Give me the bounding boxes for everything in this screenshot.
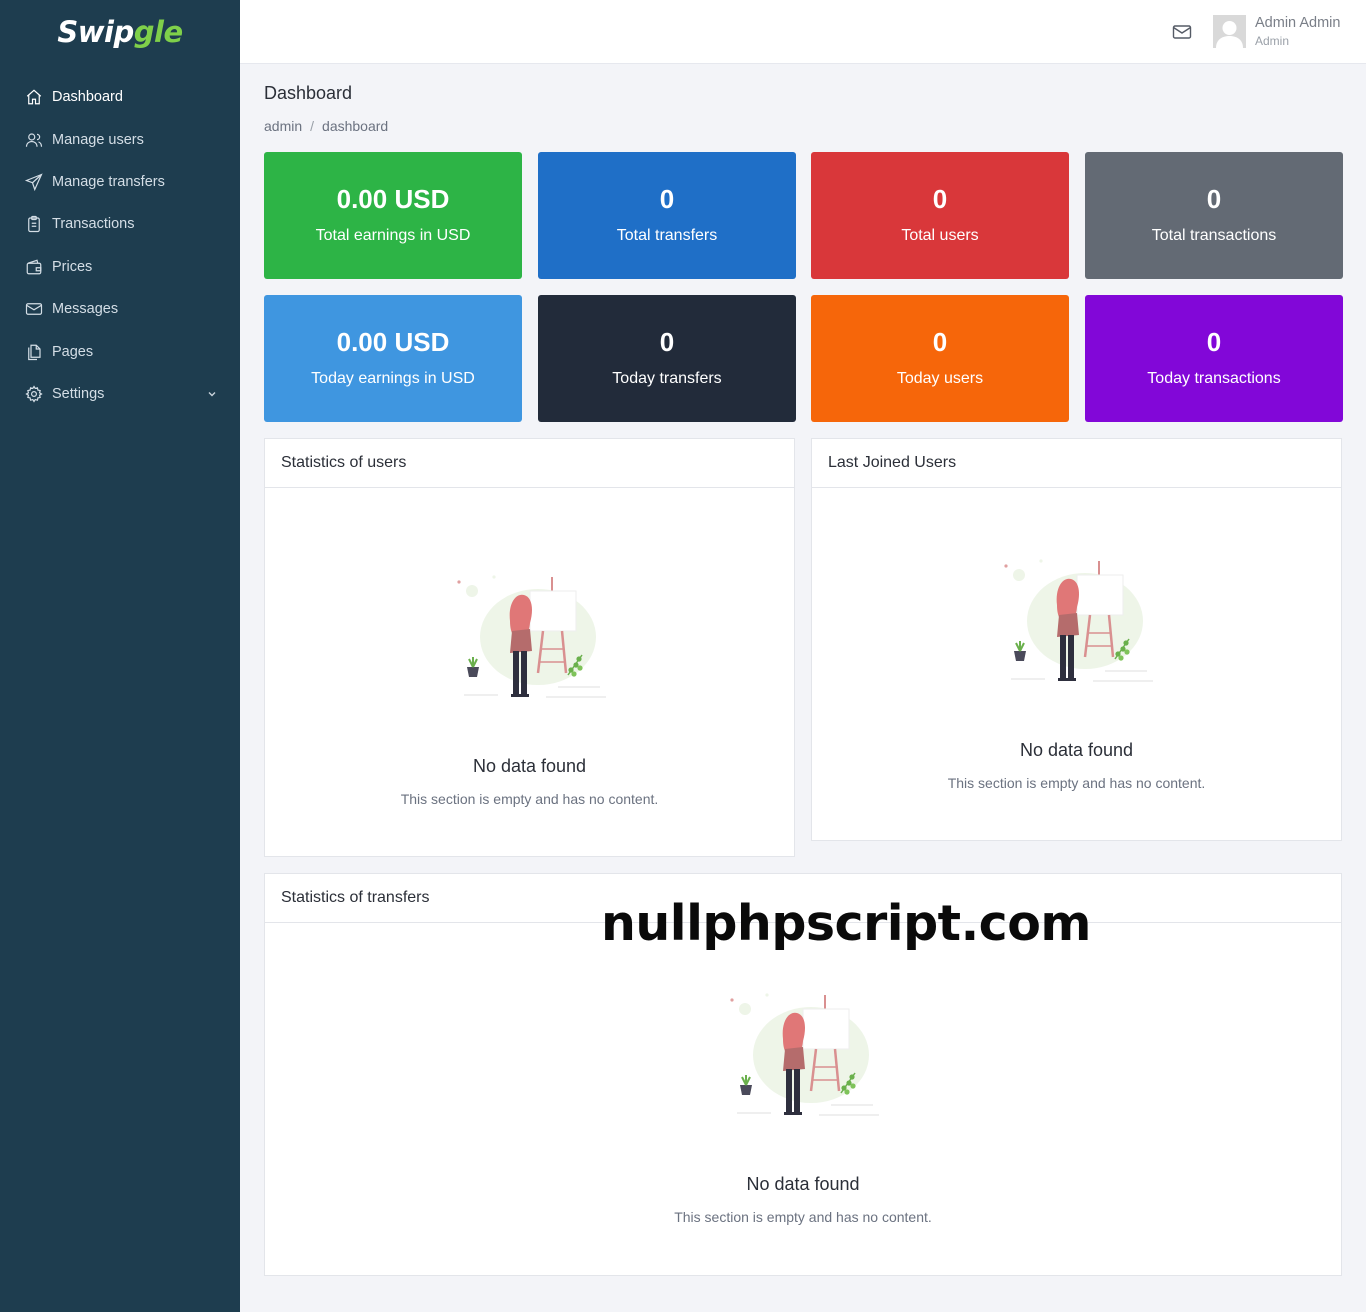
sidebar-item-label: Dashboard (52, 89, 123, 106)
sidebar-item-label: Pages (52, 343, 94, 360)
sidebar-item-prices[interactable]: Prices (0, 246, 240, 288)
sidebar-item-label: Transactions (52, 216, 135, 233)
watermark-text: nullphpscript.com (601, 895, 1091, 952)
stat-value: 0 (1206, 184, 1222, 214)
clipboard-icon (25, 215, 43, 233)
empty-state-illustration (455, 574, 607, 699)
user-role: Admin (1255, 34, 1290, 48)
stat-value: 0 (1206, 327, 1222, 357)
breadcrumb-item-dashboard: dashboard (322, 118, 389, 134)
users-icon (25, 131, 43, 149)
card-users-statistics: Statistics of users No data found This s… (264, 438, 795, 857)
empty-state-illustration (729, 992, 881, 1117)
sidebar-item-transactions[interactable]: Transactions (0, 203, 240, 245)
avatar[interactable] (1213, 15, 1246, 48)
stat-label: Total earnings in USD (315, 227, 471, 244)
top-header: Admin Admin Admin (240, 0, 1366, 64)
stat-label: Total users (901, 227, 979, 244)
user-name[interactable]: Admin Admin (1255, 15, 1340, 31)
brand-logo[interactable]: Swip gle (0, 0, 240, 64)
sidebar-item-messages[interactable]: Messages (0, 288, 240, 330)
stat-card-total-users: 0 Total users (811, 152, 1069, 279)
stat-label: Today earnings in USD (311, 370, 475, 387)
page-title: Dashboard (264, 83, 353, 103)
card-title: Last Joined Users (812, 439, 1341, 488)
sidebar-item-label: Settings (52, 385, 105, 402)
stat-value: 0.00 USD (336, 184, 450, 214)
empty-state-title: No data found (472, 756, 587, 776)
card-title: Statistics of users (265, 439, 794, 488)
empty-state-title: No data found (746, 1174, 860, 1194)
empty-state-text: This section is empty and has no content… (947, 775, 1206, 791)
sidebar-item-label: Messages (52, 301, 119, 318)
sidebar-item-manage-transfers[interactable]: Manage transfers (0, 161, 240, 203)
stat-value: 0 (659, 327, 675, 357)
stat-value: 0 (932, 327, 948, 357)
breadcrumb: admin / dashboard (264, 118, 388, 134)
sidebar-item-label: Manage transfers (52, 173, 165, 190)
brand-logo-part2: gle (133, 15, 183, 49)
home-icon (25, 88, 43, 106)
sidebar-item-dashboard[interactable]: Dashboard (0, 76, 240, 118)
send-icon (25, 173, 43, 191)
wallet-icon (25, 258, 43, 276)
brand-logo-part1: Swip (57, 15, 134, 49)
stat-value: 0 (659, 184, 675, 214)
sidebar-nav: Dashboard Manage users Manage transfers … (0, 76, 240, 415)
files-icon (25, 343, 43, 361)
empty-state-illustration (1002, 558, 1154, 683)
sidebar-item-settings[interactable]: Settings (0, 373, 240, 415)
stat-card-total-transfers: 0 Total transfers (538, 152, 796, 279)
stat-card-total-transactions: 0 Total transactions (1085, 152, 1343, 279)
sidebar-item-manage-users[interactable]: Manage users (0, 118, 240, 160)
breadcrumb-separator: / (310, 118, 315, 134)
stat-value: 0.00 USD (336, 327, 450, 357)
sidebar-item-label: Manage users (52, 131, 144, 148)
sidebar-item-pages[interactable]: Pages (0, 330, 240, 372)
mail-icon[interactable] (1172, 23, 1192, 41)
card-last-joined-users: Last Joined Users No data found This sec… (811, 438, 1342, 841)
stat-card-today-users: 0 Today users (811, 295, 1069, 422)
sidebar: Swip gle Dashboard Manage users Manage tr… (0, 0, 240, 1312)
empty-state: No data found This section is empty and … (812, 553, 1341, 791)
chevron-down-icon (208, 391, 216, 397)
stat-value: 0 (932, 184, 948, 214)
empty-state: No data found This section is empty and … (265, 569, 794, 807)
stat-card-total-earnings: 0.00 USD Total earnings in USD (264, 152, 522, 279)
sidebar-item-label: Prices (52, 258, 93, 275)
stat-label: Today transfers (612, 370, 722, 387)
stat-label: Today transactions (1147, 370, 1281, 387)
empty-state-text: This section is empty and has no content… (674, 1209, 932, 1225)
gear-icon (25, 385, 43, 403)
stat-label: Today users (896, 370, 984, 387)
stat-label: Total transfers (616, 227, 718, 244)
empty-state-text: This section is empty and has no content… (400, 791, 659, 807)
stat-card-today-earnings: 0.00 USD Today earnings in USD (264, 295, 522, 422)
stat-card-today-transactions: 0 Today transactions (1085, 295, 1343, 422)
breadcrumb-item-admin[interactable]: admin (264, 118, 302, 134)
mail-icon (25, 300, 43, 318)
empty-state-title: No data found (1019, 740, 1134, 760)
stat-label: Total transactions (1151, 227, 1277, 244)
empty-state: No data found This section is empty and … (265, 987, 1341, 1225)
stat-card-today-transfers: 0 Today transfers (538, 295, 796, 422)
